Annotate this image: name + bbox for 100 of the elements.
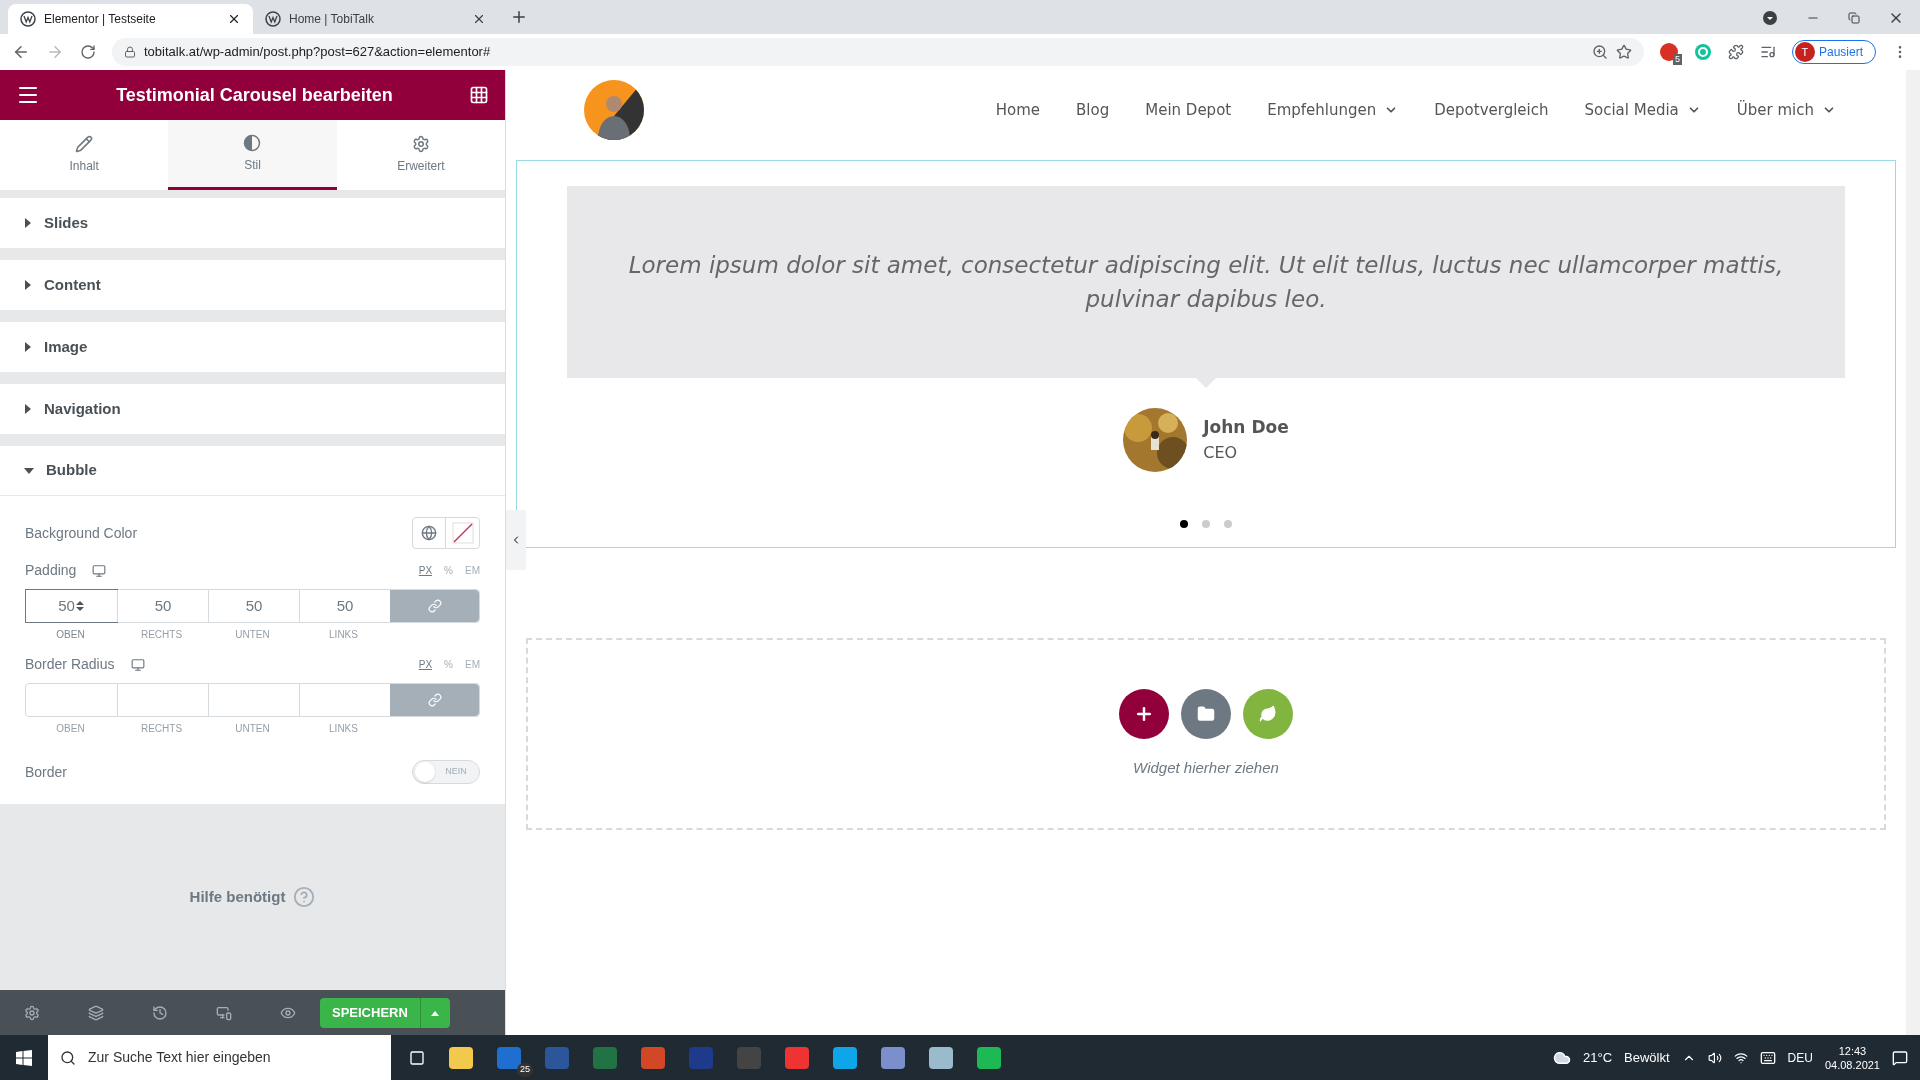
search-icon <box>60 1049 76 1066</box>
zoom-icon[interactable] <box>1591 44 1608 60</box>
weather-text: Bewölkt <box>1624 1048 1670 1067</box>
desktop-icon[interactable] <box>92 563 107 578</box>
dimensions-control[interactable]: 50 50 50 50 <box>25 589 480 623</box>
section-header[interactable]: Slides <box>0 198 505 248</box>
clock-time: 12:43 <box>1838 1043 1867 1058</box>
unit-option[interactable]: PX <box>418 563 433 578</box>
extensions-icon[interactable] <box>1727 44 1744 60</box>
section-header[interactable]: Image <box>0 322 505 372</box>
back-icon[interactable] <box>12 43 30 61</box>
testimonial-name: John Doe <box>1203 416 1289 440</box>
envato-button[interactable] <box>1243 688 1293 739</box>
control-label: Border Radius <box>25 655 115 674</box>
panel-tab[interactable]: Stil <box>168 120 337 190</box>
panel-tab[interactable]: Erweitert <box>336 120 505 190</box>
browser-tab[interactable]: Home | TobiTalk <box>253 4 498 34</box>
taskbar-app-icon[interactable] <box>833 1046 857 1069</box>
link-icon <box>427 693 442 707</box>
volume-icon[interactable] <box>1707 1050 1722 1065</box>
caret-icon <box>24 218 32 228</box>
caret-icon <box>24 404 32 414</box>
profile-menu-icon[interactable] <box>1762 10 1778 26</box>
control-label: Background Color <box>25 523 138 543</box>
close-icon[interactable] <box>227 12 241 26</box>
help-link[interactable]: Hilfe benötigt <box>189 885 286 909</box>
task-view-icon[interactable] <box>409 1049 425 1066</box>
restore-icon[interactable] <box>1848 12 1860 24</box>
add-section-button[interactable] <box>1119 688 1169 739</box>
new-tab-icon[interactable] <box>510 8 528 26</box>
testimonial-quote: Lorem ipsum dolor sit amet, consectetur adipiscing elit. Ut elit tellus, luctus nec ullamcorper mattis, pulvinar dapibus leo. <box>627 251 1785 314</box>
history-icon[interactable] <box>152 1004 168 1021</box>
spinner-icon[interactable] <box>74 599 85 613</box>
collapse-panel-handle[interactable] <box>506 510 526 570</box>
temperature: 21°C <box>1583 1048 1613 1067</box>
dimensions-control[interactable] <box>25 683 480 717</box>
dimension-label: RECHTS <box>139 722 184 736</box>
nav-link[interactable]: Blog <box>1076 98 1110 122</box>
taskbar-search-field[interactable]: Zur Suche Text hier eingeben <box>48 1035 391 1080</box>
notification-badge: 25 <box>517 1063 533 1077</box>
lock-icon <box>124 46 136 58</box>
profile-avatar: T <box>1794 42 1815 62</box>
dimension-label: RECHTS <box>139 628 184 642</box>
desktop-icon[interactable] <box>130 657 145 672</box>
search-placeholder: Zur Suche Text hier eingeben <box>88 1048 271 1067</box>
url-text: tobitalk.at/wp-admin/post.php?post=627&action=elementor# <box>144 43 491 62</box>
drop-hint: Widget hierher ziehen <box>1133 757 1279 778</box>
section-header[interactable]: Content <box>0 260 505 310</box>
section-header[interactable]: Bubble <box>0 446 505 496</box>
nav-link[interactable]: Empfehlungen <box>1267 98 1377 122</box>
network-icon[interactable] <box>1733 1050 1748 1065</box>
wordpress-icon <box>20 11 36 27</box>
control-label: Border <box>25 762 68 782</box>
address-bar[interactable]: tobitalk.at/wp-admin/post.php?post=627&action=elementor# <box>112 38 1644 66</box>
keyboard-icon[interactable] <box>1759 1049 1776 1066</box>
dimension-label: UNTEN <box>234 628 271 642</box>
nav-link[interactable]: Über mich <box>1736 98 1814 122</box>
nav-link[interactable]: Social Media <box>1584 98 1679 122</box>
no-color-swatch-icon <box>451 522 474 544</box>
section-header[interactable]: Navigation <box>0 384 505 434</box>
dimension-label: UNTEN <box>234 722 271 736</box>
taskbar-app-icon[interactable] <box>929 1046 953 1069</box>
gear-icon <box>411 135 430 153</box>
close-icon[interactable] <box>472 12 486 26</box>
language-indicator[interactable]: DEU <box>1787 1048 1813 1067</box>
extension-badge: 5 <box>1672 54 1682 65</box>
dimension-label: OBEN <box>55 722 86 736</box>
dimension-label: LINKS <box>328 628 359 642</box>
dimension-input[interactable]: 50 <box>117 590 208 622</box>
scrollbar[interactable] <box>1906 70 1920 1035</box>
nav-link[interactable]: Mein Depot <box>1145 98 1232 122</box>
windows-start-icon[interactable] <box>16 1049 32 1066</box>
unit-option[interactable]: PX <box>418 657 433 672</box>
layers-icon[interactable] <box>88 1004 104 1021</box>
panel-tab[interactable]: Inhalt <box>0 120 169 190</box>
taskbar-app-icon[interactable] <box>881 1046 905 1069</box>
responsive-icon[interactable] <box>216 1004 232 1021</box>
widgets-grid-icon[interactable] <box>469 85 489 105</box>
nav-link[interactable]: Home <box>995 98 1041 122</box>
globe-icon <box>421 525 437 541</box>
grammar-extension-icon[interactable] <box>1693 43 1712 61</box>
caret-icon <box>24 342 32 352</box>
template-library-button[interactable] <box>1181 688 1231 739</box>
panel-title: Testimonial Carousel bearbeiten <box>115 83 394 107</box>
settings-icon[interactable] <box>24 1004 40 1021</box>
taskbar-app-icon[interactable] <box>977 1046 1001 1069</box>
media-control-icon[interactable] <box>1759 44 1776 60</box>
nav-link[interactable]: Depotvergleich <box>1434 98 1549 122</box>
bookmark-icon[interactable] <box>1615 44 1632 60</box>
caret-icon <box>24 280 32 290</box>
dimension-input[interactable]: 50 <box>208 590 299 622</box>
toggle-state: NEIN <box>444 765 468 779</box>
dimension-label: OBEN <box>55 628 86 642</box>
caret-icon <box>24 466 34 475</box>
taskbar-app-icon[interactable] <box>449 1046 473 1069</box>
notifications-icon[interactable] <box>1892 1049 1908 1066</box>
browser-tab[interactable]: Elementor | Testseite <box>8 4 253 34</box>
reload-icon[interactable] <box>80 44 96 60</box>
caret-up-icon <box>431 1009 440 1016</box>
save-options-button[interactable] <box>419 997 450 1028</box>
